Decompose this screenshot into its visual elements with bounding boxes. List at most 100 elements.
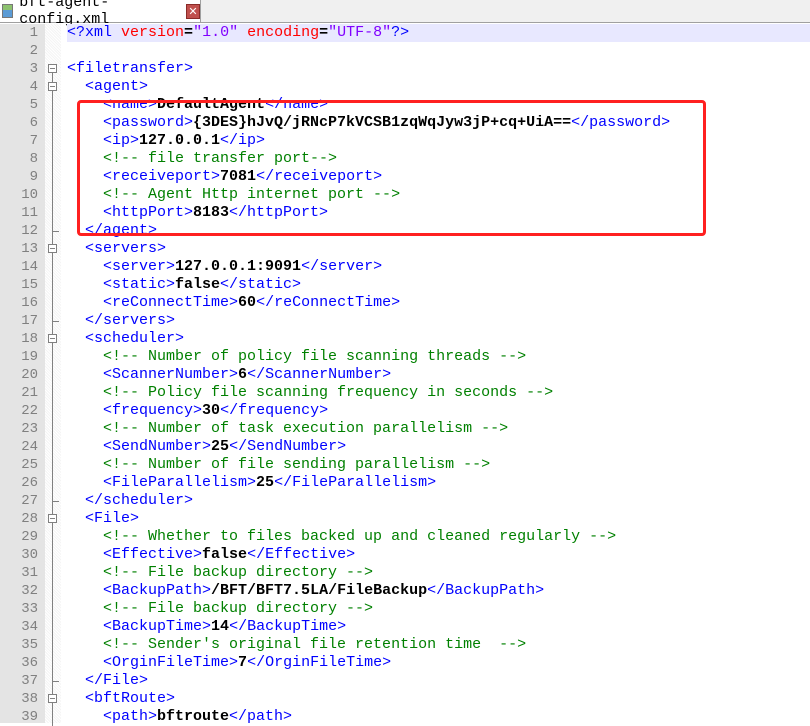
code-line[interactable]: 3 <filetransfer> <box>0 60 810 78</box>
code-line[interactable]: 9 <receiveport>7081</receiveport> <box>0 168 810 186</box>
fold-toggle-icon[interactable] <box>48 82 57 91</box>
xml-tag: <OrginFileTime> <box>103 654 239 671</box>
line-number: 28 <box>21 511 38 527</box>
code-line[interactable]: 18 <scheduler> <box>0 330 810 348</box>
fold-end-icon <box>52 312 59 322</box>
code-line[interactable]: 5 <name>DefaultAgent</name> <box>0 96 810 114</box>
code-line[interactable]: 20 <ScannerNumber>6</ScannerNumber> <box>0 366 810 384</box>
line-number: 4 <box>29 79 38 95</box>
xml-tag: </name> <box>265 96 329 113</box>
code-line[interactable]: 17 </servers> <box>0 312 810 330</box>
code-text: </scheduler> <box>67 492 810 510</box>
code-line[interactable]: 35 <!-- Sender's original file retention… <box>0 636 810 654</box>
fold-line <box>52 204 53 222</box>
xml-tag: </reConnectTime> <box>256 294 401 311</box>
line-number: 20 <box>21 367 38 383</box>
code-line[interactable]: 13 <servers> <box>0 240 810 258</box>
code-line[interactable]: 2 <box>0 42 810 60</box>
code-text: </File> <box>67 672 810 690</box>
code-line[interactable]: 1 <?xml version="1.0" encoding="UTF-8"?> <box>0 24 810 42</box>
tab-bft-agent-config[interactable]: bft-agent-config.xml ✕ <box>0 0 201 28</box>
code-line[interactable]: 29 <!-- Whether to files backed up and c… <box>0 528 810 546</box>
code-line[interactable]: 19 <!-- Number of policy file scanning t… <box>0 348 810 366</box>
code-line[interactable]: 39 <path>bftroute</path> <box>0 708 810 726</box>
xml-tag: <BackupTime> <box>103 618 212 635</box>
xml-tag: </Effective> <box>247 546 356 563</box>
fold-line <box>52 348 53 366</box>
code-line[interactable]: 30 <Effective>false</Effective> <box>0 546 810 564</box>
fold-toggle-icon[interactable] <box>48 64 57 73</box>
code-line[interactable]: 16 <reConnectTime>60</reConnectTime> <box>0 294 810 312</box>
code-line[interactable]: 6 <password>{3DES}hJvQ/jRNcP7kVCSB1zqWqJ… <box>0 114 810 132</box>
code-line[interactable]: 38 <bftRoute> <box>0 690 810 708</box>
line-number: 15 <box>21 277 38 293</box>
xml-value: 60 <box>238 294 257 311</box>
code-text: <server>127.0.0.1:9091</server> <box>67 258 810 276</box>
code-line[interactable]: 36 <OrginFileTime>7</OrginFileTime> <box>0 654 810 672</box>
code-line[interactable]: 33 <!-- File backup directory --> <box>0 600 810 618</box>
code-line[interactable]: 34 <BackupTime>14</BackupTime> <box>0 618 810 636</box>
xml-tag: <httpPort> <box>103 204 194 221</box>
code-line[interactable]: 26 <FileParallelism>25</FileParallelism> <box>0 474 810 492</box>
code-text: <OrginFileTime>7</OrginFileTime> <box>67 654 810 672</box>
code-line[interactable]: 14 <server>127.0.0.1:9091</server> <box>0 258 810 276</box>
code-line[interactable]: 23 <!-- Number of task execution paralle… <box>0 420 810 438</box>
fold-line <box>52 384 53 402</box>
code-line[interactable]: 4 <agent> <box>0 78 810 96</box>
code-line[interactable]: 22 <frequency>30</frequency> <box>0 402 810 420</box>
code-line[interactable]: 7 <ip>127.0.0.1</ip> <box>0 132 810 150</box>
xml-value: 25 <box>256 474 275 491</box>
code-line[interactable]: 21 <!-- Policy file scanning frequency i… <box>0 384 810 402</box>
xml-tag: </BackupTime> <box>229 618 347 635</box>
code-text: <httpPort>8183</httpPort> <box>67 204 810 222</box>
xml-tag: </BackupPath> <box>427 582 545 599</box>
fold-line <box>52 654 53 672</box>
fold-toggle-icon[interactable] <box>48 334 57 343</box>
code-editor[interactable]: 1 <?xml version="1.0" encoding="UTF-8"?> 2… <box>0 24 810 726</box>
fold-line <box>52 294 53 312</box>
xml-tag: </servers> <box>85 312 176 329</box>
fold-toggle-icon[interactable] <box>48 244 57 253</box>
code-line[interactable]: 24 <SendNumber>25</SendNumber> <box>0 438 810 456</box>
line-number: 18 <box>21 331 38 347</box>
code-line[interactable]: 11 <httpPort>8183</httpPort> <box>0 204 810 222</box>
code-line[interactable]: 10 <!-- Agent Http internet port --> <box>0 186 810 204</box>
fold-line <box>52 582 53 600</box>
fold-line <box>52 258 53 276</box>
fold-line <box>52 546 53 564</box>
xml-declaration: <?xml <box>67 24 113 41</box>
code-text: <receiveport>7081</receiveport> <box>67 168 810 186</box>
close-icon[interactable]: ✕ <box>186 3 200 19</box>
code-line[interactable]: 28 <File> <box>0 510 810 528</box>
code-line[interactable]: 32 <BackupPath>/BFT/BFT7.5LA/FileBackup<… <box>0 582 810 600</box>
code-line[interactable]: 15 <static>false</static> <box>0 276 810 294</box>
code-text: <path>bftroute</path> <box>67 708 810 726</box>
xml-tag: <ScannerNumber> <box>103 366 239 383</box>
fold-toggle-icon[interactable] <box>48 514 57 523</box>
xml-value: {3DES}hJvQ/jRNcP7kVCSB1zqWqJyw3jP+cq+UiA… <box>193 114 572 131</box>
fold-line <box>52 618 53 636</box>
line-number: 14 <box>21 259 38 275</box>
fold-line <box>52 564 53 582</box>
line-number: 25 <box>21 457 38 473</box>
code-line[interactable]: 25 <!-- Number of file sending paralleli… <box>0 456 810 474</box>
code-text: <agent> <box>67 78 810 96</box>
line-number: 22 <box>21 403 38 419</box>
code-text: <FileParallelism>25</FileParallelism> <box>67 474 810 492</box>
xml-tag: </ip> <box>220 132 266 149</box>
file-icon <box>2 4 14 18</box>
line-number: 17 <box>21 313 38 329</box>
code-line[interactable]: 31 <!-- File backup directory --> <box>0 564 810 582</box>
code-line[interactable]: 37 </File> <box>0 672 810 690</box>
xml-tag: </SendNumber> <box>229 438 347 455</box>
xml-comment: <!-- Number of task execution parallelis… <box>103 420 509 437</box>
code-line[interactable]: 8 <!-- file transfer port--> <box>0 150 810 168</box>
xml-value: 8183 <box>193 204 230 221</box>
code-line[interactable]: 27 </scheduler> <box>0 492 810 510</box>
fold-toggle-icon[interactable] <box>48 694 57 703</box>
code-text: <Effective>false</Effective> <box>67 546 810 564</box>
code-line[interactable]: 12 </agent> <box>0 222 810 240</box>
fold-line <box>52 114 53 132</box>
line-number: 12 <box>21 223 38 239</box>
